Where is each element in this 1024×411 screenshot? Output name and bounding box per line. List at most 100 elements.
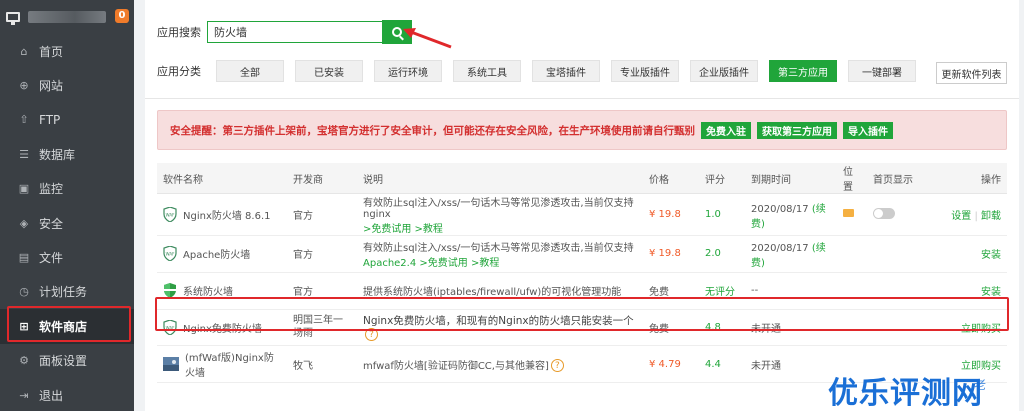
location — [837, 193, 867, 236]
settings-link[interactable]: 设置 — [951, 211, 971, 222]
category-enterprise-plugins[interactable]: 企业版插件 — [690, 60, 758, 82]
grid-icon: ⊞ — [19, 319, 29, 333]
waf-shield-icon: WAF — [163, 207, 177, 222]
install-link[interactable]: 安装 — [981, 287, 1001, 298]
sidebar-item-ftp[interactable]: ⇧ FTP — [0, 103, 134, 137]
software-name[interactable]: (mfWaf版)Nginx防火墙 — [185, 349, 281, 379]
table-row: WAF Nginx免费防火墙 明国三年一场雨 Nginx免费防火墙，和现有的Ngi… — [157, 309, 1007, 347]
sidebar-header: 0 — [0, 0, 134, 34]
category-installed[interactable]: 已安装 — [295, 60, 363, 82]
database-icon: ☰ — [19, 147, 29, 161]
description-line: 有效防止sql注入/xss/一句话木马等常见渗透攻击,当前仅支持 — [363, 242, 634, 254]
folder-icon[interactable] — [843, 209, 854, 217]
sidebar-item-security[interactable]: ◈ 安全 — [0, 206, 134, 240]
sidebar-item-label: 安全 — [39, 216, 64, 231]
import-plugin-button[interactable]: 导入插件 — [843, 121, 893, 139]
description-line: 有效防止sql注入/xss/一句话木马等常见渗透攻击,当前仅支持nginx — [363, 198, 634, 220]
developer: 官方 — [287, 193, 357, 236]
svg-text:WAF: WAF — [166, 252, 175, 257]
install-link[interactable]: 安装 — [981, 250, 1001, 261]
description: Nginx免费防火墙，和现有的Nginx的防火墙只能安装一个? — [357, 309, 643, 347]
sidebar-item-monitor[interactable]: ▣ 监控 — [0, 172, 134, 206]
monitor-chart-icon: ▣ — [18, 182, 30, 196]
homepage-toggle[interactable] — [873, 207, 895, 219]
sidebar-item-label: 计划任务 — [39, 285, 88, 300]
update-software-list-button[interactable]: 更新软件列表 — [936, 62, 1007, 84]
svg-text:WAF: WAF — [166, 325, 175, 330]
sidebar-item-files[interactable]: ▤ 文件 — [0, 240, 134, 274]
search-label: 应用搜索 — [157, 26, 201, 39]
expire-text: 2020/08/17 — [751, 242, 809, 254]
trial-tutorial-link[interactable]: >免费试用 >教程 — [363, 220, 637, 235]
folder-icon: ▤ — [18, 251, 30, 265]
score: 1.0 — [699, 193, 745, 236]
score: 无评分 — [699, 272, 745, 310]
col-score: 评分 — [699, 163, 745, 194]
watermark: 优乐评测网 — [828, 376, 983, 411]
developer: 牧飞 — [287, 345, 357, 384]
question-icon[interactable]: ? — [365, 328, 378, 342]
category-runtime[interactable]: 运行环境 — [374, 60, 442, 82]
trial-tutorial-link[interactable]: Apache2.4 >免费试用 >教程 — [363, 254, 637, 269]
description: mfwaf防火墙[验证码防御CC,与其他兼容]? — [357, 345, 643, 384]
sidebar: 0 ⌂ 首页 ⊕ 网站 ⇧ FTP ☰ 数据库 ▣ 监控 ◈ 安全 ▤ 文件 ◷ 计划任务 ⊞ 软… — [0, 0, 134, 411]
uninstall-link[interactable]: 卸载 — [981, 211, 1001, 222]
gear-icon: ⚙ — [19, 354, 29, 368]
software-name[interactable]: Nginx防火墙 8.6.1 — [183, 207, 271, 222]
sidebar-item-website[interactable]: ⊕ 网站 — [0, 68, 134, 102]
sidebar-item-database[interactable]: ☰ 数据库 — [0, 137, 134, 171]
expire-date: 未开通 — [745, 345, 837, 384]
category-one-click-deploy[interactable]: 一键部署 — [848, 60, 916, 82]
divider — [145, 98, 1019, 99]
expire-date: 2020/08/17 (续费) — [745, 235, 837, 273]
category-pro-plugins[interactable]: 专业版插件 — [611, 60, 679, 82]
col-ops: 操作 — [929, 163, 1007, 194]
col-price: 价格 — [643, 163, 699, 194]
search-row: 应用搜索 — [157, 20, 412, 44]
category-bt-plugins[interactable]: 宝塔插件 — [532, 60, 600, 82]
windows-shield-icon — [164, 283, 176, 299]
homepage-toggle-cell — [867, 309, 929, 347]
price: ¥ 19.8 — [643, 193, 699, 236]
sidebar-item-panel-settings[interactable]: ⚙ 面板设置 — [0, 344, 134, 378]
sidebar-item-home[interactable]: ⌂ 首页 — [0, 34, 134, 68]
get-third-party-button[interactable]: 获取第三方应用 — [757, 121, 837, 139]
ops: 安装 — [929, 272, 1007, 310]
category-system-tools[interactable]: 系统工具 — [453, 60, 521, 82]
score: 4.4 — [699, 345, 745, 384]
logout-icon: ⇥ — [19, 388, 29, 402]
sidebar-item-logout[interactable]: ⇥ 退出 — [0, 378, 134, 411]
sidebar-item-label: 文件 — [39, 251, 64, 266]
server-address-blurred — [28, 11, 106, 23]
software-table: 软件名称 开发商 说明 价格 评分 到期时间 位置 首页显示 操作 WAF Ngi… — [157, 163, 1007, 384]
notification-badge[interactable]: 0 — [115, 9, 129, 23]
software-name[interactable]: Apache防火墙 — [183, 246, 250, 261]
sidebar-item-cron[interactable]: ◷ 计划任务 — [0, 275, 134, 309]
category-all[interactable]: 全部 — [216, 60, 284, 82]
col-expire: 到期时间 — [745, 163, 837, 194]
sidebar-item-label: 首页 — [39, 44, 64, 59]
developer: 官方 — [287, 235, 357, 273]
sidebar-item-software-store[interactable]: ⊞ 软件商店 — [0, 309, 134, 344]
search-input[interactable] — [207, 21, 383, 43]
score: 2.0 — [699, 235, 745, 273]
alert-text: 安全提醒：第三方插件上架前，宝塔官方进行了安全审计，但可能还存在安全风险，在生产… — [170, 124, 695, 137]
waf-shield-icon: WAF — [163, 246, 177, 262]
software-name[interactable]: 系统防火墙 — [183, 283, 233, 298]
question-icon[interactable]: ? — [550, 359, 564, 373]
col-location: 位置 — [837, 163, 867, 194]
description-line: Nginx免费防火墙，和现有的Nginx的防火墙只能安装一个 — [363, 315, 634, 328]
software-name[interactable]: Nginx免费防火墙 — [183, 320, 262, 335]
description: 提供系统防火墙(iptables/firewall/ufw)的可视化管理功能 — [357, 272, 643, 310]
category-third-party[interactable]: 第三方应用 — [769, 60, 837, 82]
sidebar-item-label: 网站 — [39, 79, 64, 94]
table-row: WAF Apache防火墙 官方 有效防止sql注入/xss/一句话木马等常见渗透… — [157, 235, 1007, 273]
description: 有效防止sql注入/xss/一句话木马等常见渗透攻击,当前仅支持 Apache2.… — [357, 235, 643, 273]
price: ¥ 4.79 — [643, 345, 699, 384]
price: ¥ 19.8 — [643, 235, 699, 273]
homepage-toggle-cell — [867, 272, 929, 310]
location — [837, 272, 867, 310]
free-join-button[interactable]: 免费入驻 — [701, 121, 751, 139]
buy-now-link[interactable]: 立即购买 — [961, 324, 1001, 335]
expire-date: 2020/08/17 (续费) — [745, 193, 837, 236]
